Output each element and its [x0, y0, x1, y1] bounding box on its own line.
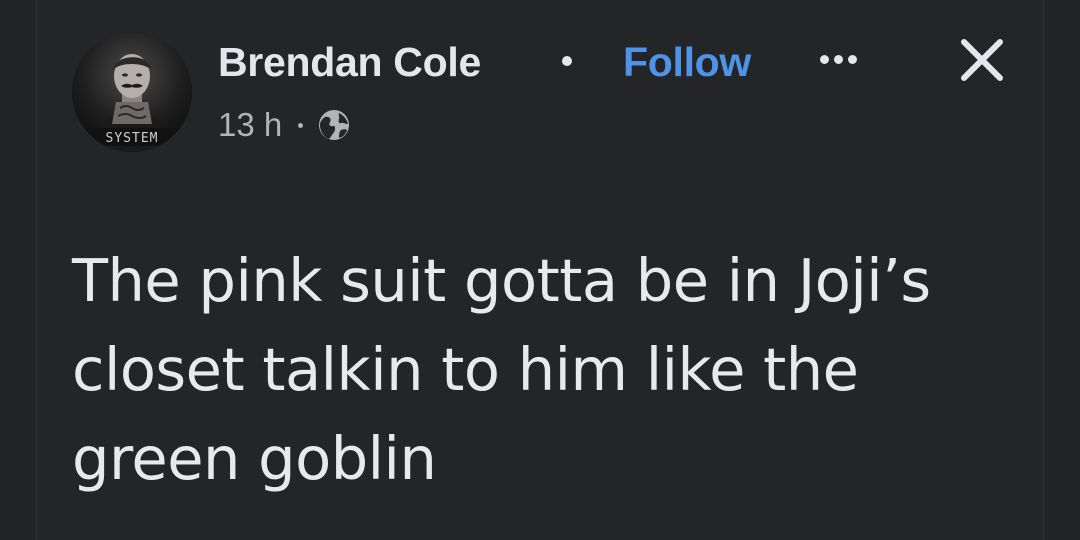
author-avatar[interactable]: SYSTEM	[72, 32, 192, 152]
close-icon	[961, 39, 1003, 81]
frame-edge-right	[1043, 0, 1044, 540]
post-meta: 13 h	[218, 103, 351, 147]
post-text: The pink suit gotta be in Joji’s closet …	[72, 246, 931, 493]
separator-dot	[562, 56, 572, 66]
post-timestamp[interactable]: 13 h	[218, 106, 282, 144]
more-options-icon-dot	[834, 55, 843, 64]
author-name[interactable]: Brendan Cole	[218, 36, 481, 88]
more-options-icon	[820, 55, 829, 64]
avatar-image: SYSTEM	[72, 32, 192, 152]
globe-icon[interactable]	[317, 108, 351, 142]
avatar-shirt-text: SYSTEM	[106, 131, 159, 146]
close-button[interactable]	[950, 28, 1014, 92]
more-options-button[interactable]	[808, 40, 868, 80]
more-options-icon-dot	[848, 55, 857, 64]
meta-separator-dot	[298, 122, 304, 128]
follow-button[interactable]: Follow	[623, 36, 751, 88]
